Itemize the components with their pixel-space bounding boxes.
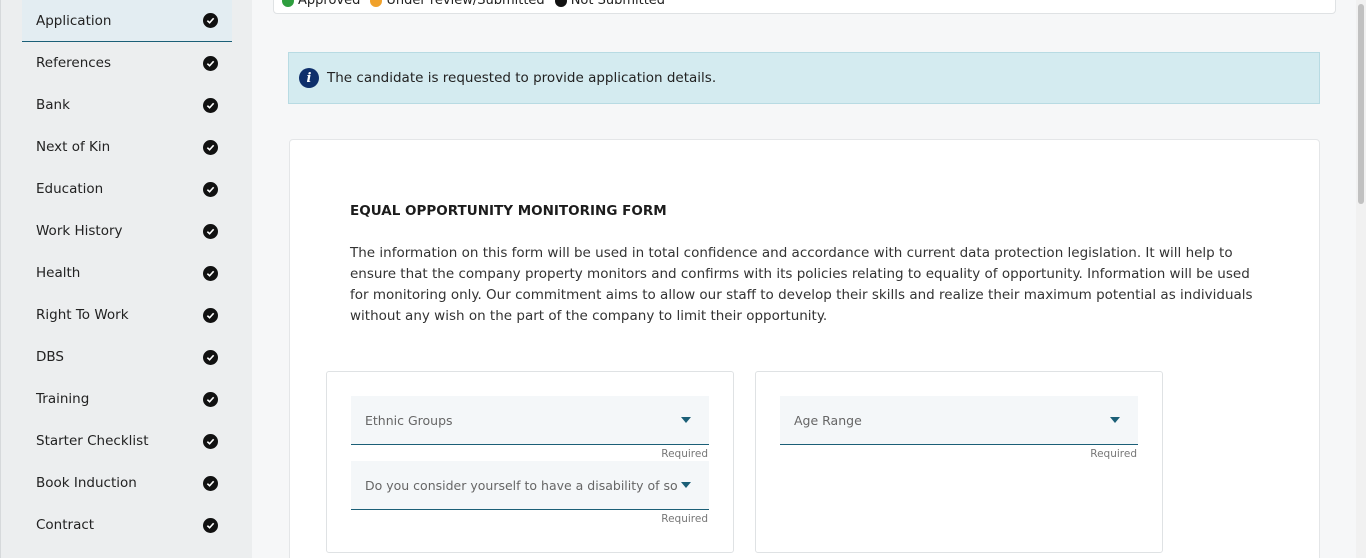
sidebar-nav: Application References Bank Next of Kin … [22, 0, 232, 546]
legend-approved: Approved [282, 0, 360, 8]
sidebar-item-label: Application [36, 12, 112, 29]
chevron-down-icon [1110, 417, 1120, 423]
ethnic-groups-label: Ethnic Groups [365, 413, 453, 428]
sidebar-item-next-of-kin[interactable]: Next of Kin [22, 126, 232, 168]
age-range-hint: Required [1090, 448, 1137, 460]
legend-under-review: Under review/Submitted [370, 0, 545, 8]
chevron-down-icon [681, 482, 691, 488]
sidebar-item-label: Contract [36, 517, 95, 533]
form-title: EQUAL OPPORTUNITY MONITORING FORM [350, 203, 667, 219]
sidebar-item-book-induction[interactable]: Book Induction [22, 462, 232, 504]
sidebar-item-label: Next of Kin [36, 139, 111, 155]
status-legend-card: Approved Under review/Submitted Not Subm… [273, 0, 1336, 14]
sidebar-item-starter-checklist[interactable]: Starter Checklist [22, 420, 232, 462]
sidebar: Application References Bank Next of Kin … [0, 0, 252, 558]
sidebar-item-label: Bank [36, 97, 70, 113]
sidebar-item-label: References [36, 55, 112, 71]
check-circle-icon [203, 265, 218, 281]
not-submitted-dot-icon [554, 0, 567, 7]
check-circle-icon [203, 475, 218, 491]
sidebar-item-label: Health [36, 265, 81, 281]
sidebar-item-application[interactable]: Application [22, 0, 232, 42]
info-icon: i [299, 68, 319, 88]
disability-hint: Required [661, 513, 708, 525]
sidebar-item-label: Book Induction [36, 475, 137, 491]
check-circle-icon [203, 307, 218, 323]
sidebar-item-label: Education [36, 181, 104, 197]
form-panel-right: Age Range Required [755, 371, 1163, 553]
check-circle-icon [203, 13, 218, 28]
sidebar-item-contract[interactable]: Contract [22, 504, 232, 546]
check-circle-icon [203, 349, 218, 365]
info-alert: i The candidate is requested to provide … [288, 52, 1320, 104]
sidebar-item-label: Training [36, 391, 90, 407]
sidebar-item-label: Starter Checklist [36, 433, 149, 449]
check-circle-icon [203, 223, 218, 239]
sidebar-item-work-history[interactable]: Work History [22, 210, 232, 252]
sidebar-item-label: DBS [36, 349, 64, 365]
ethnic-groups-select[interactable]: Ethnic Groups [351, 396, 709, 445]
age-range-select[interactable]: Age Range [780, 396, 1138, 445]
chevron-down-icon [681, 417, 691, 423]
scrollbar-thumb[interactable] [1358, 4, 1364, 204]
approved-dot-icon [282, 0, 294, 7]
sidebar-item-right-to-work[interactable]: Right To Work [22, 294, 232, 336]
age-range-label: Age Range [794, 413, 862, 428]
sidebar-item-bank[interactable]: Bank [22, 84, 232, 126]
form-panel-left: Ethnic Groups Required Do you consider y… [326, 371, 734, 553]
disability-select[interactable]: Do you consider yourself to have a disab… [351, 461, 709, 510]
check-circle-icon [203, 55, 218, 71]
sidebar-item-references[interactable]: References [22, 42, 232, 84]
info-message: The candidate is requested to provide ap… [327, 70, 717, 86]
disability-label: Do you consider yourself to have a disab… [365, 478, 677, 493]
main-content: Approved Under review/Submitted Not Subm… [252, 0, 1356, 558]
sidebar-item-education[interactable]: Education [22, 168, 232, 210]
check-circle-icon [203, 181, 218, 197]
check-circle-icon [203, 391, 218, 407]
sidebar-item-label: Work History [36, 223, 123, 239]
page-scrollbar[interactable] [1356, 0, 1366, 558]
check-circle-icon [203, 433, 218, 449]
status-legend: Approved Under review/Submitted Not Subm… [282, 0, 665, 8]
form-description: The information on this form will be use… [350, 245, 1253, 324]
legend-not-submitted: Not Submitted [554, 0, 665, 8]
equal-opportunity-form: EQUAL OPPORTUNITY MONITORING FORM The in… [289, 139, 1320, 558]
sidebar-item-health[interactable]: Health [22, 252, 232, 294]
sidebar-item-dbs[interactable]: DBS [22, 336, 232, 378]
check-circle-icon [203, 517, 218, 533]
sidebar-item-label: Right To Work [36, 307, 129, 323]
ethnic-groups-hint: Required [661, 448, 708, 460]
check-circle-icon [203, 139, 218, 155]
check-circle-icon [203, 97, 218, 113]
sidebar-item-training[interactable]: Training [22, 378, 232, 420]
under-review-dot-icon [370, 0, 383, 7]
